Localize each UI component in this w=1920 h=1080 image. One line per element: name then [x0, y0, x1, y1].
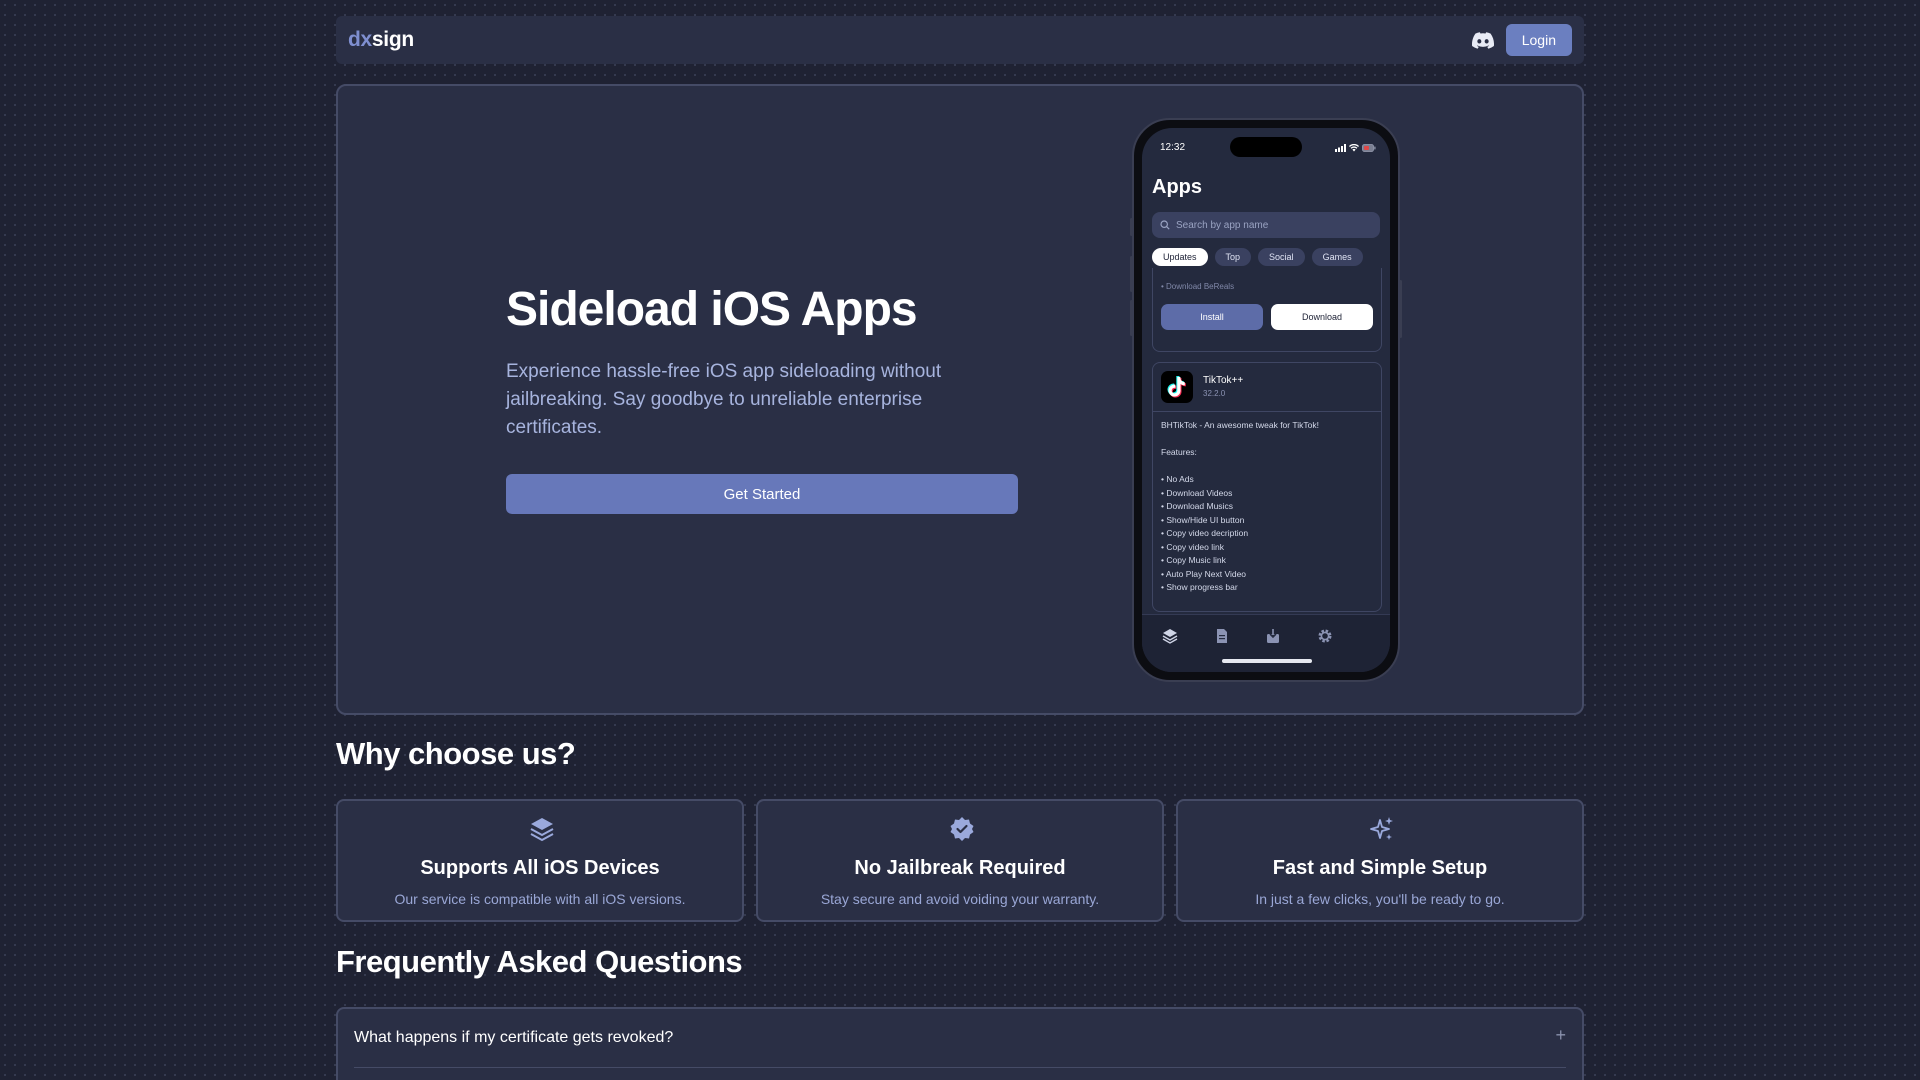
status-icons — [1335, 144, 1376, 152]
phone-side-button — [1130, 300, 1133, 336]
app-description: BHTikTok - An awesome tweak for TikTok! … — [1161, 420, 1319, 592]
apps-screen-title: Apps — [1152, 176, 1202, 198]
feature-title: Fast and Simple Setup — [1272, 857, 1488, 879]
phone-side-button — [1399, 280, 1402, 338]
category-chips: Updates Top Social Games — [1152, 248, 1363, 266]
faq-question[interactable]: What happens if my certificate gets revo… — [354, 1029, 673, 1047]
phone-side-button — [1130, 256, 1133, 292]
app-name: TikTok++ — [1203, 375, 1244, 386]
download-icon[interactable] — [1264, 627, 1282, 645]
discord-icon[interactable] — [1471, 31, 1494, 49]
faq-item[interactable]: What happens if my certificate gets revo… — [336, 1007, 1584, 1080]
app-card-tiktok[interactable]: TikTok++ 32.2.0 BHTikTok - An awesome tw… — [1152, 362, 1382, 612]
feature-card-no-jailbreak: No Jailbreak Required Stay secure and av… — [756, 799, 1164, 922]
sparkles-icon — [1370, 817, 1393, 840]
chip-games[interactable]: Games — [1311, 248, 1363, 266]
nav-actions: Login — [1471, 24, 1572, 56]
faq-divider — [354, 1067, 1566, 1068]
feature-description: In just a few clicks, you'll be ready to… — [1255, 891, 1505, 907]
card-divider — [1153, 411, 1381, 412]
phone-status-bar: 12:32 — [1142, 137, 1390, 157]
search-icon — [1160, 220, 1170, 230]
chip-social[interactable]: Social — [1258, 248, 1305, 266]
hero-section: Sideload iOS Apps Experience hassle-free… — [336, 84, 1584, 715]
feature-card-devices: Supports All iOS Devices Our service is … — [336, 799, 744, 922]
navbar: dxsign Login — [336, 16, 1584, 64]
search-placeholder: Search by app name — [1176, 219, 1269, 231]
wifi-icon — [1349, 144, 1359, 152]
app-card-feature-line: • Download BeReals — [1161, 282, 1235, 291]
tiktok-icon — [1161, 371, 1193, 403]
install-button[interactable]: Install — [1161, 304, 1263, 330]
phone-screen: 12:32 Apps Search by app name Updates To… — [1142, 128, 1390, 672]
verified-badge-icon — [950, 817, 974, 841]
battery-icon — [1362, 144, 1376, 152]
app-card-bereal: • Download BeReals Install Download — [1152, 268, 1382, 352]
phone-mockup: 12:32 Apps Search by app name Updates To… — [1130, 118, 1402, 682]
phone-tab-bar — [1142, 614, 1390, 672]
feature-description: Stay secure and avoid voiding your warra… — [820, 891, 1100, 907]
layers-icon — [530, 818, 554, 842]
gear-icon[interactable] — [1316, 627, 1334, 645]
feature-description: Our service is compatible with all iOS v… — [394, 891, 686, 907]
home-indicator — [1222, 659, 1312, 663]
chip-updates[interactable]: Updates — [1152, 248, 1208, 266]
faq-section-title: Frequently Asked Questions — [336, 944, 743, 979]
file-icon[interactable] — [1213, 627, 1231, 645]
hero-title: Sideload iOS Apps — [506, 283, 918, 336]
logo-suffix: sign — [371, 28, 414, 51]
logo[interactable]: dxsign — [348, 28, 414, 52]
phone-time: 12:32 — [1160, 142, 1186, 153]
feature-title: No Jailbreak Required — [854, 857, 1066, 879]
phone-side-button — [1130, 218, 1133, 236]
logo-prefix: dx — [348, 28, 372, 51]
login-button[interactable]: Login — [1505, 24, 1572, 56]
hero-description: Experience hassle-free iOS app sideloadi… — [506, 361, 942, 438]
download-button[interactable]: Download — [1271, 304, 1373, 330]
layers-icon[interactable] — [1161, 627, 1179, 645]
chip-top[interactable]: Top — [1214, 248, 1252, 266]
app-version: 32.2.0 — [1203, 389, 1226, 398]
app-search-input[interactable]: Search by app name — [1152, 212, 1380, 238]
expand-plus-icon[interactable]: + — [1555, 1025, 1566, 1046]
feature-title: Supports All iOS Devices — [420, 857, 660, 879]
tiktok-logo-icon — [1167, 376, 1186, 398]
why-section-title: Why choose us? — [336, 736, 576, 771]
dynamic-island — [1230, 137, 1302, 157]
signal-icon — [1335, 144, 1346, 152]
get-started-button[interactable]: Get Started — [506, 474, 1018, 514]
feature-card-setup: Fast and Simple Setup In just a few clic… — [1176, 799, 1584, 922]
